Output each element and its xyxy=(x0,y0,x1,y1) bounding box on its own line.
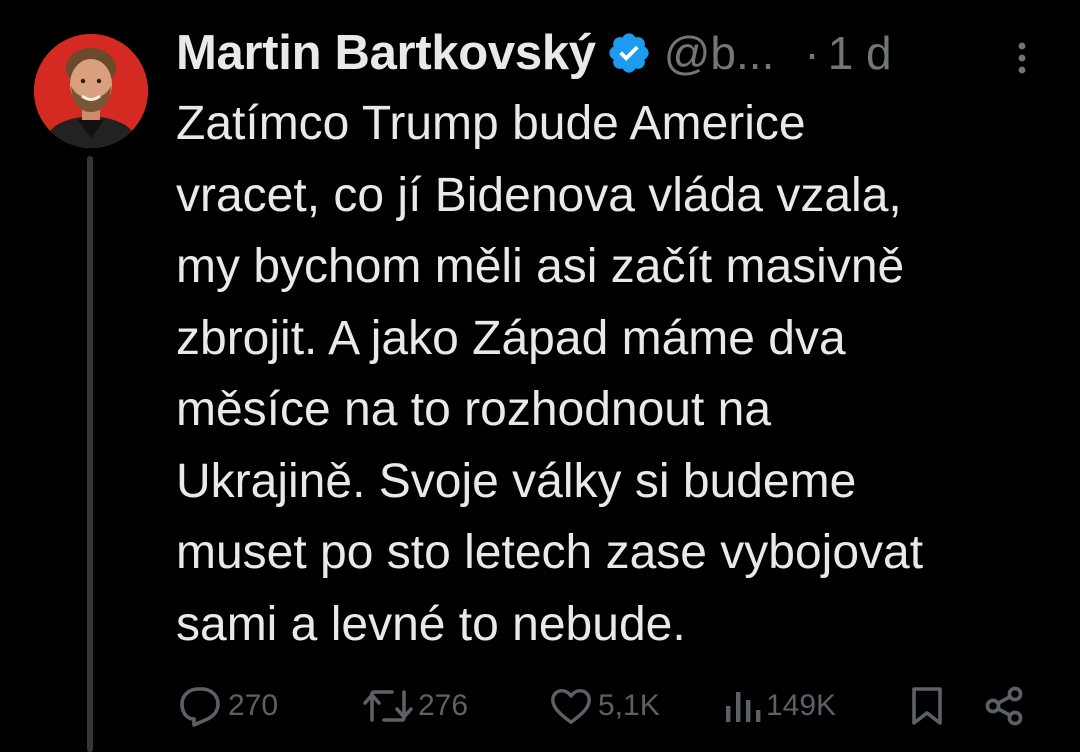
heart-icon xyxy=(551,688,591,725)
bookmark-button[interactable] xyxy=(910,678,944,734)
tweet-text-line: měsíce na to rozhodnout na xyxy=(176,383,772,436)
reply-icon xyxy=(180,687,220,727)
repost-icon xyxy=(363,690,413,722)
tweet-text-line: Zatímco Trump bude Americe xyxy=(176,97,806,150)
reply-button[interactable]: 270 xyxy=(176,678,278,734)
share-icon xyxy=(985,686,1023,726)
repost-button[interactable]: 276 xyxy=(362,678,468,734)
more-vertical-icon[interactable] xyxy=(1010,38,1034,78)
author-handle[interactable]: @b... xyxy=(664,26,775,80)
tweet-header: Martin Bartkovský @b... · 1 d xyxy=(176,22,1056,84)
tweet-text-line: vracet, co jí Bidenova vláda vzala, xyxy=(176,168,902,222)
views-icon xyxy=(726,692,761,722)
views-count: 149K xyxy=(766,689,837,722)
tweet[interactable]: Martin Bartkovský @b... · 1 d Zatímco Tr… xyxy=(0,0,1080,752)
author-name[interactable]: Martin Bartkovský xyxy=(176,25,596,81)
like-button[interactable]: 5,1K xyxy=(548,678,660,734)
like-count: 5,1K xyxy=(598,689,660,722)
bookmark-icon xyxy=(912,687,942,725)
tweet-text-line: Ukrajině. Svoje války si budeme xyxy=(176,454,857,508)
tweet-text-line: muset po sto letech zase vybojovat xyxy=(176,526,924,579)
repost-count: 276 xyxy=(418,689,469,722)
share-button[interactable] xyxy=(984,678,1024,734)
timestamp[interactable]: 1 d xyxy=(828,26,892,80)
avatar[interactable] xyxy=(34,34,148,148)
thread-line xyxy=(87,156,93,752)
views-button[interactable]: 149K xyxy=(722,678,836,734)
action-bar: 270 276 5,1K 149K xyxy=(176,678,1056,734)
tweet-text-line: zbrojit. A jako Západ máme dva xyxy=(176,311,846,365)
tweet-text: Zatímco Trump bude Americe vracet, co jí… xyxy=(176,88,1056,660)
tweet-text-line: my bychom měli asi začít masivně xyxy=(176,240,905,293)
reply-count: 270 xyxy=(228,689,279,722)
tweet-text-line: sami a levné to nebude. xyxy=(176,597,686,651)
verified-badge-icon xyxy=(606,30,652,76)
separator-dot: · xyxy=(804,27,820,79)
